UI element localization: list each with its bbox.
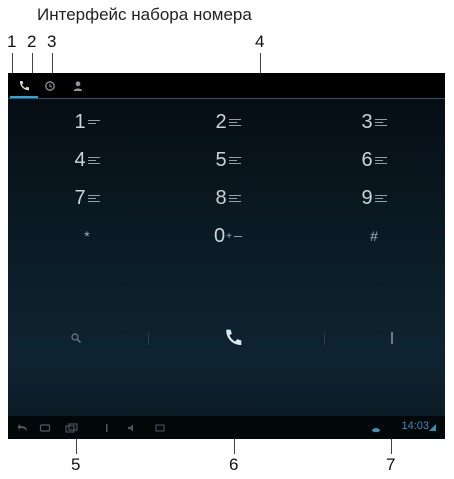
- key-1[interactable]: 1: [47, 107, 127, 137]
- key-digit: 2: [215, 111, 227, 133]
- key-letters: [228, 118, 241, 126]
- key-letters: [374, 118, 387, 126]
- search-button[interactable]: [56, 317, 96, 359]
- key-digit: 1: [74, 111, 86, 133]
- key-3[interactable]: 3: [334, 107, 414, 137]
- key-plus: +: [226, 230, 232, 242]
- key-7[interactable]: 7: [47, 183, 127, 213]
- key-digit: 7: [74, 187, 86, 209]
- callout-2: 2: [27, 32, 37, 51]
- android-icon: [372, 428, 380, 432]
- key-letters: [228, 194, 241, 202]
- key-digit: 6: [361, 149, 373, 171]
- volume-down-button[interactable]: [102, 421, 110, 434]
- callout-6: 6: [229, 455, 239, 474]
- key-digit: 5: [215, 149, 227, 171]
- person-icon: [73, 81, 83, 91]
- key-2[interactable]: 2: [188, 107, 268, 137]
- key-4[interactable]: 4: [47, 145, 127, 175]
- key-5[interactable]: 5: [188, 145, 268, 175]
- action-divider: [148, 333, 149, 345]
- volume-down-icon: [105, 423, 107, 432]
- key-letters: [374, 194, 387, 202]
- tab-underline: [8, 98, 445, 99]
- wifi-battery-icon: [429, 424, 436, 431]
- back-icon: [17, 423, 27, 431]
- callout-5: 5: [71, 455, 81, 474]
- key-digit: 8: [215, 187, 227, 209]
- key-digit: 0: [214, 225, 226, 247]
- home-button[interactable]: [38, 421, 52, 434]
- phone-icon: [19, 81, 29, 91]
- callout-1: 1: [7, 32, 17, 51]
- menu-icon: [391, 332, 393, 344]
- action-row: [8, 303, 445, 373]
- key-0[interactable]: 0 +: [188, 221, 268, 251]
- key-digit: #: [370, 228, 378, 244]
- screenshot-icon: [155, 424, 165, 431]
- tab-call-log[interactable]: [36, 73, 64, 99]
- screenshot-button[interactable]: [154, 421, 166, 434]
- callout-7: 7: [386, 455, 396, 474]
- action-divider: [324, 333, 325, 345]
- key-letters: [374, 156, 387, 164]
- key-star[interactable]: *: [47, 221, 127, 251]
- key-letters: [87, 194, 100, 202]
- figure-caption: Интерфейс набора номера: [37, 5, 252, 24]
- key-letters: [87, 120, 100, 124]
- key-digit: 9: [361, 187, 373, 209]
- volume-button[interactable]: [126, 421, 138, 434]
- call-icon: [226, 329, 242, 346]
- recent-apps-button[interactable]: [64, 421, 80, 434]
- key-hash[interactable]: #: [334, 221, 414, 251]
- key-9[interactable]: 9: [334, 183, 414, 213]
- key-letters: [233, 235, 242, 237]
- search-icon: [71, 333, 81, 343]
- dialer-screen: 1 2 3 4 5 6 7 8 9 * 0 + # 14:03: [8, 73, 445, 439]
- key-digit: 4: [74, 149, 86, 171]
- tab-bar: [8, 73, 445, 99]
- recent-apps-icon: [65, 422, 78, 433]
- volume-icon: [128, 424, 133, 431]
- callout-4: 4: [255, 32, 265, 51]
- tab-contacts[interactable]: [64, 73, 92, 99]
- key-6[interactable]: 6: [334, 145, 414, 175]
- back-button[interactable]: [16, 421, 30, 434]
- menu-button[interactable]: [372, 317, 412, 359]
- key-digit: *: [84, 228, 90, 244]
- clock-icon: [45, 81, 55, 91]
- key-digit: 3: [361, 111, 373, 133]
- status-clock: 14:03: [401, 420, 429, 432]
- key-8[interactable]: 8: [188, 183, 268, 213]
- call-button[interactable]: [208, 317, 258, 359]
- key-letters: [228, 156, 241, 164]
- callout-3: 3: [47, 32, 57, 51]
- home-icon: [39, 423, 51, 432]
- system-nav-bar: 14:03: [8, 416, 445, 439]
- key-letters: [87, 156, 100, 164]
